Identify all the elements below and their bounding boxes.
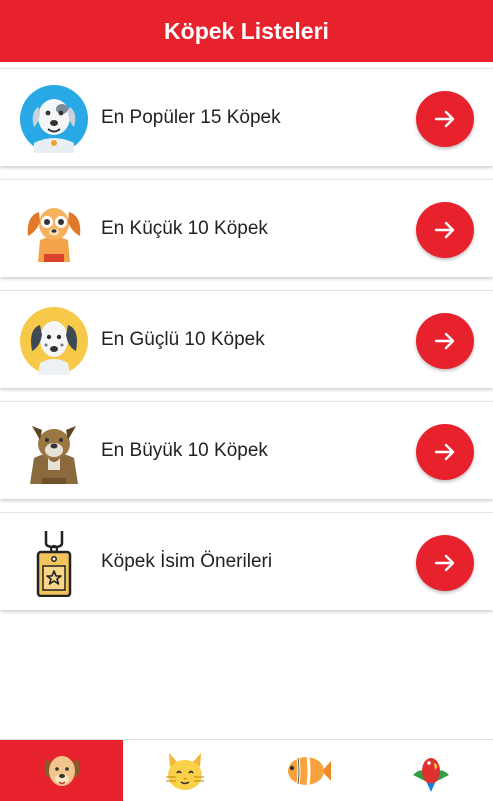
open-name-suggestions-button[interactable] (416, 535, 474, 591)
open-strongest-button[interactable] (416, 313, 474, 369)
arrow-right-icon (434, 110, 455, 128)
brown-dog-icon (30, 426, 78, 484)
list-item-biggest[interactable]: En Büyük 10 Köpek (0, 401, 493, 499)
arrow-right-icon (434, 332, 455, 350)
tab-cats[interactable] (123, 740, 246, 801)
spotted-dog-icon (20, 307, 88, 375)
list-item-label: En Küçük 10 Köpek (101, 218, 268, 239)
open-biggest-button[interactable] (416, 424, 474, 480)
tab-fish[interactable] (246, 740, 369, 801)
list-item-label: En Popüler 15 Köpek (101, 107, 281, 128)
arrow-right-icon (434, 554, 455, 572)
parrot-icon (412, 757, 449, 792)
tab-birds[interactable] (369, 740, 492, 801)
list-item-name-suggestions[interactable]: Köpek İsim Önerileri (0, 512, 493, 610)
white-dog-icon (20, 85, 88, 153)
dog-tag-icon (36, 531, 72, 597)
list-item-label: Köpek İsim Önerileri (101, 551, 273, 572)
fish-icon (287, 756, 331, 785)
open-popular-button[interactable] (416, 91, 474, 147)
list-item-label: En Güçlü 10 Köpek (101, 329, 265, 350)
cat-face-icon (165, 752, 204, 790)
app-header: Köpek Listeleri (0, 0, 493, 62)
list-item-smallest[interactable]: En Küçük 10 Köpek (0, 179, 493, 277)
arrow-right-icon (434, 221, 455, 239)
bottom-tab-bar (0, 739, 493, 801)
page-title: Köpek Listeleri (164, 17, 329, 44)
dog-face-icon (43, 755, 80, 786)
list-item-strongest[interactable]: En Güçlü 10 Köpek (0, 290, 493, 388)
orange-puppy-icon (27, 208, 81, 262)
open-smallest-button[interactable] (416, 202, 474, 258)
arrow-right-icon (434, 443, 455, 461)
list-item-label: En Büyük 10 Köpek (101, 440, 268, 461)
tab-dogs[interactable] (0, 740, 123, 801)
list-item-popular[interactable]: En Popüler 15 Köpek (0, 68, 493, 166)
